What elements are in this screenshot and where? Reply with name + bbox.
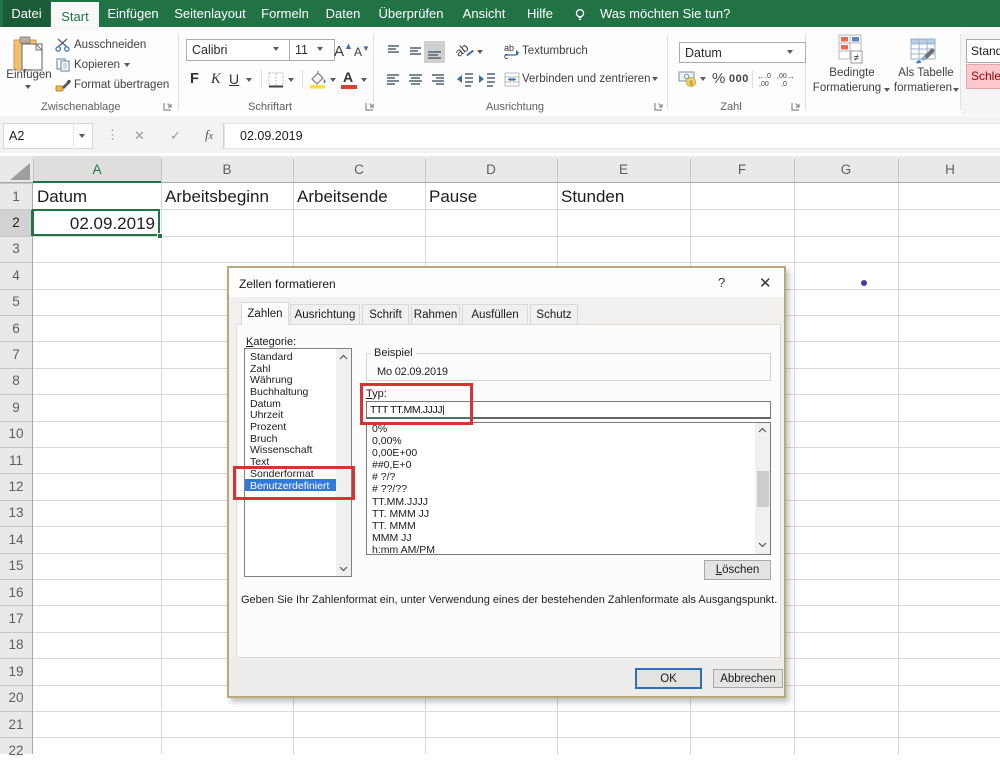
svg-text:,0: ,0 (781, 81, 787, 87)
svg-text:$: $ (689, 80, 693, 87)
svg-text:,00: ,00 (759, 81, 769, 87)
svg-text:→: → (787, 72, 795, 81)
svg-text:c: c (504, 51, 509, 59)
svg-text:,00: ,00 (777, 73, 787, 80)
svg-text:←: ← (757, 72, 765, 81)
svg-text:≠: ≠ (854, 53, 860, 64)
svg-text:,0: ,0 (765, 73, 771, 80)
